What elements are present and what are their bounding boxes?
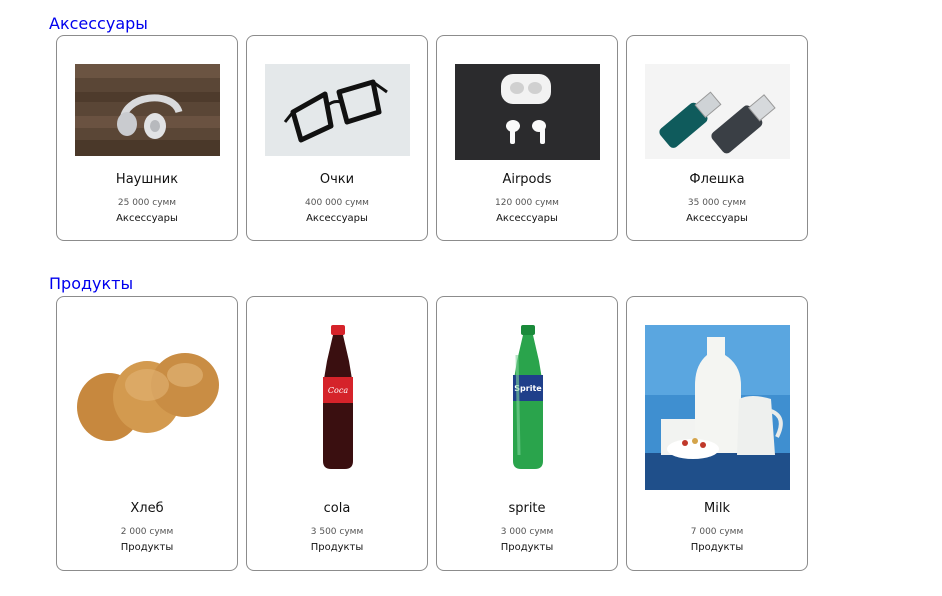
product-category: Продукты: [120, 542, 174, 553]
bread-image: [75, 345, 220, 451]
cola-bottle-image: Coca: [265, 325, 410, 471]
milk-image: [645, 325, 790, 490]
product-name: Очки: [319, 172, 355, 187]
product-category: Продукты: [310, 542, 364, 553]
svg-text:Coca: Coca: [328, 386, 348, 395]
product-card-sprite[interactable]: Sprite sprite 3 000 сумм Продукты: [436, 296, 618, 571]
section-title-accessories[interactable]: Аксессуары: [49, 14, 148, 34]
sprite-bottle-image: Sprite: [455, 325, 600, 471]
product-category: Аксессуары: [306, 213, 368, 224]
product-price: 2 000 сумм: [120, 527, 174, 537]
product-card-headphones[interactable]: Наушник 25 000 сумм Аксессуары: [56, 35, 238, 241]
product-price: 120 000 сумм: [495, 198, 559, 208]
product-category: Аксессуары: [496, 213, 558, 224]
product-name: Airpods: [502, 172, 552, 187]
product-price: 3 000 сумм: [500, 527, 554, 537]
airpods-image: [455, 64, 600, 160]
product-name: cola: [323, 501, 351, 516]
product-category: Аксессуары: [116, 213, 178, 224]
product-name: Флешка: [689, 172, 745, 187]
product-category: Продукты: [690, 542, 744, 553]
product-card-milk[interactable]: Milk 7 000 сумм Продукты: [626, 296, 808, 571]
product-price: 400 000 сумм: [305, 198, 369, 208]
product-grid-accessories: Наушник 25 000 сумм Аксессуары Очки 400 …: [56, 35, 808, 241]
glasses-image: [265, 64, 410, 156]
product-card-bread[interactable]: Хлеб 2 000 сумм Продукты: [56, 296, 238, 571]
product-name: Наушник: [115, 172, 179, 187]
catalog-page: Аксессуары Наушник 25 000 сумм Аксессуар…: [0, 0, 942, 596]
section-title-products[interactable]: Продукты: [49, 274, 133, 294]
headphones-image: [75, 64, 220, 156]
product-name: Milk: [704, 501, 730, 516]
product-card-airpods[interactable]: Airpods 120 000 сумм Аксессуары: [436, 35, 618, 241]
product-category: Продукты: [500, 542, 554, 553]
product-price: 35 000 сумм: [687, 198, 747, 208]
product-name: Хлеб: [130, 501, 164, 516]
product-grid-products: Хлеб 2 000 сумм Продукты Coca cola 3 500…: [56, 296, 808, 571]
product-card-flash-drive[interactable]: Флешка 35 000 сумм Аксессуары: [626, 35, 808, 241]
product-category: Аксессуары: [686, 213, 748, 224]
product-card-glasses[interactable]: Очки 400 000 сумм Аксессуары: [246, 35, 428, 241]
product-card-cola[interactable]: Coca cola 3 500 сумм Продукты: [246, 296, 428, 571]
product-price: 3 500 сумм: [310, 527, 364, 537]
product-name: sprite: [508, 501, 546, 516]
usb-flash-image: [645, 64, 790, 159]
product-price: 25 000 сумм: [117, 198, 177, 208]
product-price: 7 000 сумм: [690, 527, 744, 537]
